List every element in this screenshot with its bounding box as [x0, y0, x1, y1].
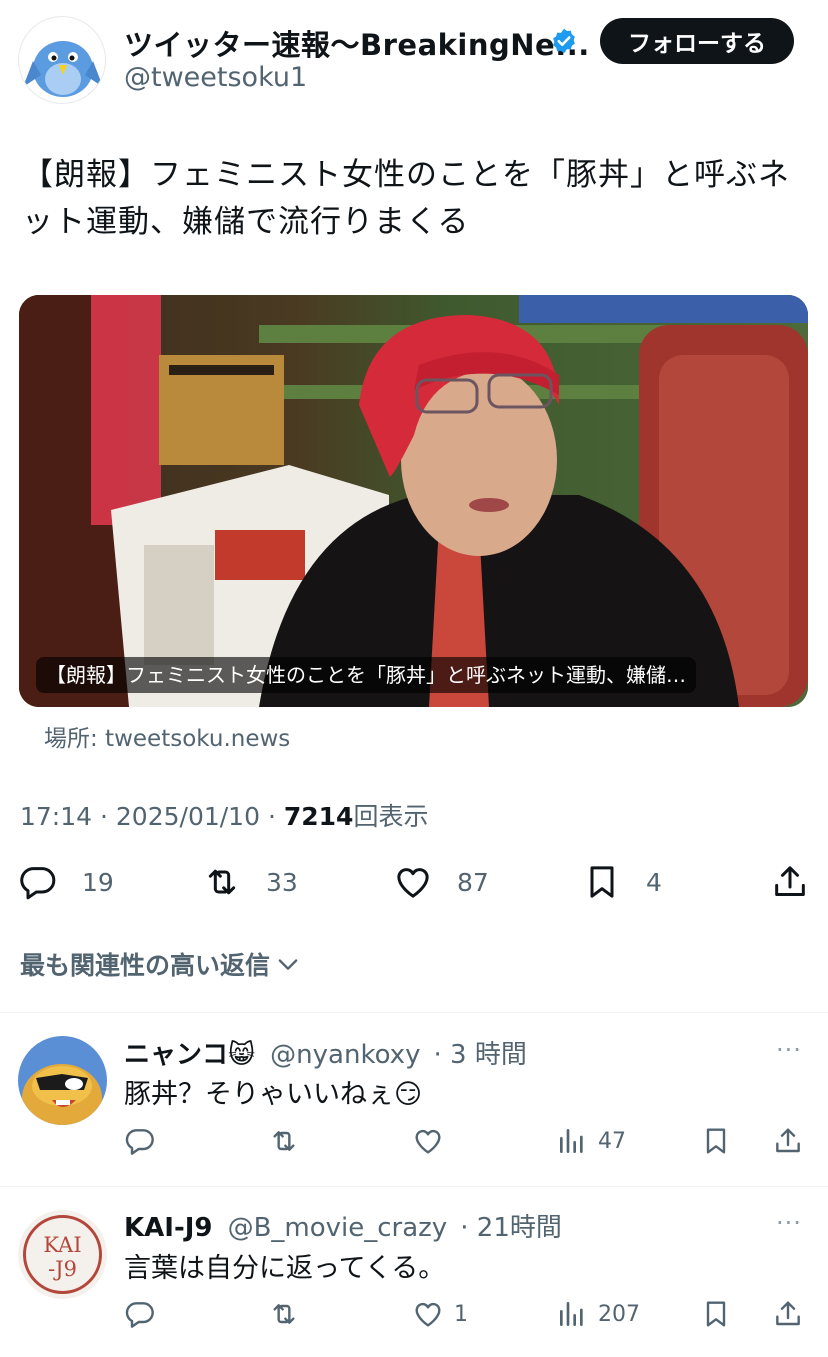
- like-count: 87: [457, 867, 489, 897]
- bookmark-button[interactable]: 4: [582, 860, 662, 904]
- post-metadata: 17:14 · 2025/01/10 · 7214回表示: [20, 797, 428, 833]
- verified-badge-icon: [553, 28, 575, 54]
- retweet-button[interactable]: [268, 1124, 300, 1158]
- reply-sort-label: 最も関連性の高い返信: [20, 951, 271, 980]
- cartoon-cat-avatar-icon: [18, 1036, 107, 1125]
- like-count: 1: [454, 1301, 468, 1327]
- reply-avatar[interactable]: [18, 1036, 107, 1125]
- retweet-button[interactable]: [268, 1297, 300, 1331]
- reply-timestamp[interactable]: · 3 時間: [434, 1040, 527, 1070]
- link-card-image[interactable]: [19, 295, 808, 707]
- share-icon: [775, 866, 805, 896]
- reply-button[interactable]: [124, 1124, 156, 1158]
- reply-display-name[interactable]: ニャンコ😸: [124, 1040, 255, 1070]
- analytics-icon: [560, 1129, 583, 1153]
- bird-avatar-icon: [23, 41, 103, 97]
- reply-count: 19: [82, 867, 114, 897]
- news-photo: [19, 295, 808, 707]
- more-options-icon[interactable]: ···: [776, 1209, 802, 1237]
- retweet-button[interactable]: 33: [202, 860, 298, 904]
- reply-display-name[interactable]: KAI-J9: [124, 1213, 213, 1243]
- bookmark-count: 4: [646, 867, 662, 897]
- heart-icon: [397, 868, 429, 898]
- tweet-text: 【朗報】フェミニスト女性のことを「豚丼」と呼ぶネット運動、嫌儲で流行りまくる: [22, 157, 790, 240]
- view-label: 回表示: [353, 802, 429, 831]
- author-display-name[interactable]: ツイッター速報〜BreakingNe...: [124, 22, 590, 64]
- reply-handle[interactable]: @nyankoxy: [270, 1040, 420, 1070]
- share-button[interactable]: [770, 860, 810, 904]
- bookmark-icon: [706, 1128, 726, 1154]
- retweet-count: 33: [266, 867, 298, 897]
- stamp-text-bottom: -J9: [48, 1257, 77, 1281]
- reply-icon: [125, 1129, 154, 1155]
- more-options-icon[interactable]: ···: [776, 1036, 802, 1064]
- view-count: 207: [598, 1301, 640, 1327]
- share-button[interactable]: [772, 1124, 804, 1158]
- stamp-text-top: KAI: [43, 1233, 81, 1257]
- separator: ·: [100, 802, 108, 831]
- retweet-icon: [273, 1131, 295, 1151]
- bookmark-icon: [590, 866, 614, 898]
- reply-icon: [125, 1302, 154, 1328]
- reply-sort-dropdown[interactable]: 最も関連性の高い返信: [20, 946, 302, 982]
- follow-button[interactable]: フォローする: [600, 18, 794, 64]
- like-button[interactable]: 1: [412, 1297, 468, 1331]
- like-button[interactable]: 87: [393, 860, 489, 904]
- reply-timestamp[interactable]: · 21時間: [460, 1213, 562, 1243]
- retweet-icon: [208, 869, 236, 895]
- divider: [0, 1012, 828, 1013]
- view-count: 47: [598, 1128, 626, 1154]
- share-icon: [776, 1301, 800, 1326]
- retweet-icon: [273, 1304, 295, 1324]
- reply-icon: [20, 867, 56, 900]
- divider: [0, 1186, 828, 1187]
- card-source-domain[interactable]: 場所: tweetsoku.news: [44, 719, 290, 753]
- bookmark-icon: [706, 1301, 726, 1327]
- share-button[interactable]: [772, 1297, 804, 1331]
- views-button[interactable]: 207: [556, 1297, 640, 1331]
- views-button[interactable]: 47: [556, 1124, 626, 1158]
- like-button[interactable]: [412, 1124, 454, 1158]
- bookmark-button[interactable]: [700, 1124, 732, 1158]
- reply-button[interactable]: 19: [18, 860, 114, 904]
- reply-text: 言葉は自分に返ってくる。: [124, 1253, 446, 1284]
- bookmark-button[interactable]: [700, 1297, 732, 1331]
- reply-handle[interactable]: @B_movie_crazy: [228, 1213, 448, 1243]
- reply-button[interactable]: [124, 1297, 156, 1331]
- reply-author-name[interactable]: ニャンコ😸 @nyankoxy · 3 時間: [124, 1034, 527, 1071]
- reply-avatar[interactable]: KAI -J9: [18, 1210, 107, 1299]
- reply-author-name[interactable]: KAI-J9 @B_movie_crazy · 21時間: [124, 1207, 562, 1244]
- card-title-overlay: 【朗報】フェミニスト女性のことを「豚丼」と呼ぶネット運動、嫌儲…: [36, 657, 696, 693]
- author-avatar[interactable]: [18, 16, 106, 104]
- post-time[interactable]: 17:14: [20, 802, 92, 831]
- heart-icon: [415, 1302, 441, 1327]
- separator: ·: [267, 802, 276, 831]
- stamp-logo-avatar-icon: KAI -J9: [18, 1210, 107, 1299]
- post-date[interactable]: 2025/01/10: [116, 802, 260, 831]
- heart-icon: [415, 1129, 441, 1154]
- analytics-icon: [560, 1302, 583, 1326]
- reply-text: 豚丼？そりゃいいねぇ😏: [124, 1079, 423, 1110]
- view-count: 7214: [283, 802, 354, 831]
- share-icon: [776, 1128, 800, 1153]
- author-handle[interactable]: @tweetsoku1: [124, 62, 307, 93]
- chevron-down-icon: [278, 959, 298, 970]
